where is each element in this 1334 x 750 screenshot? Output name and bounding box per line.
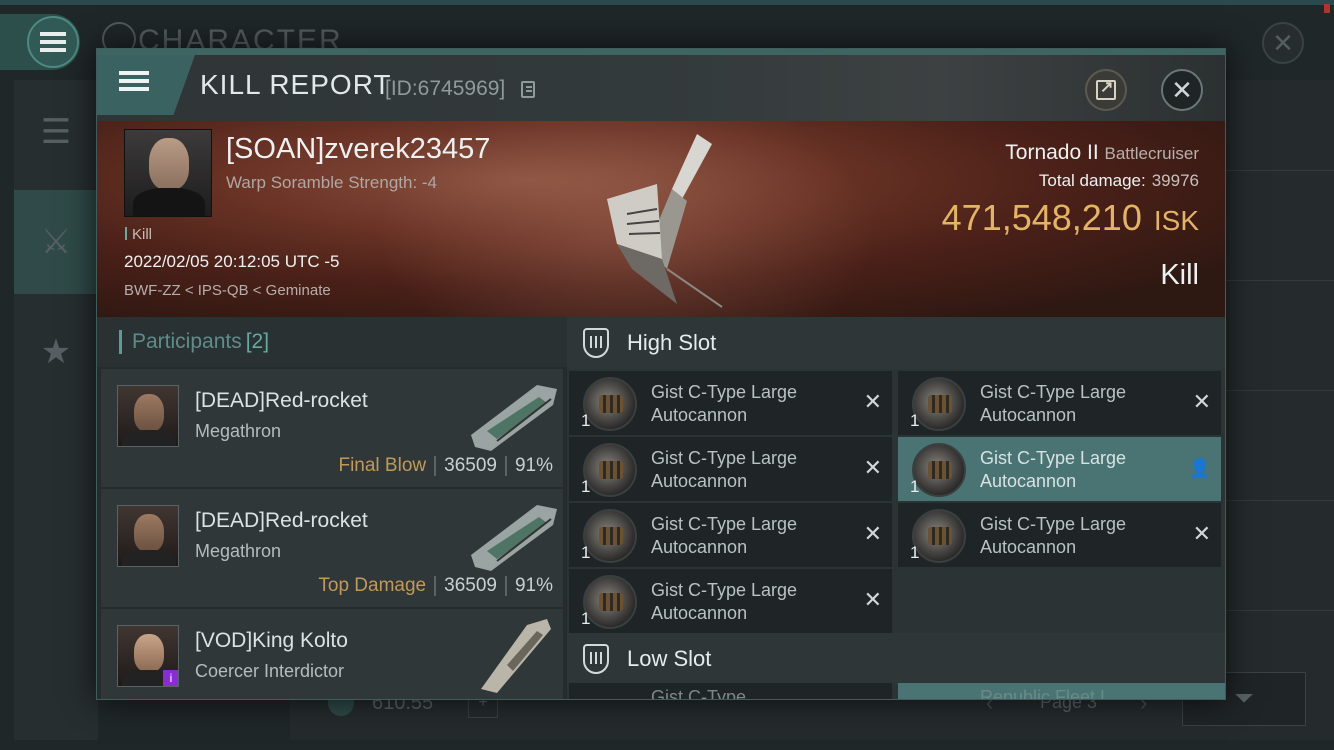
module-item[interactable]: 1 Gist C-Type Large Autocannon ✕ (569, 503, 892, 567)
sidebar-swords-icon[interactable]: ⚔ (14, 190, 98, 294)
autocannon-icon (583, 443, 637, 497)
module-name: Gist C-Type Large Autocannon (651, 580, 798, 623)
module-item[interactable]: Republic Fleet L (898, 683, 1225, 700)
fitting-panel: High Slot 1 Gist C-Type Large Autocannon… (567, 317, 1225, 700)
info-badge: i (163, 670, 178, 686)
kill-report-id: [ID:6745969] (385, 77, 506, 100)
menu-icon (40, 32, 66, 52)
dropped-person-icon: 👤 (1188, 458, 1211, 478)
kill-report-title: KILL REPORT (200, 69, 392, 100)
participant-name: [VOD]King Kolto (195, 629, 348, 652)
participant-ship: Megathron (195, 421, 282, 441)
module-name: Gist C-Type Large Autocannon (651, 514, 798, 557)
module-name: Republic Fleet L (980, 687, 1111, 700)
destroyed-icon: ✕ (863, 455, 882, 480)
low-slot-icon (583, 644, 609, 674)
module-item[interactable]: 1 Gist C-Type Large Autocannon ✕ (898, 371, 1221, 435)
module-item[interactable]: Gist C-Type (569, 683, 892, 700)
kill-report-window: KILL REPORT [ID:6745969] ✕ [SOAN]zverek2… (96, 48, 1226, 700)
participants-panel: Participants [2] [DEAD]Red-rocket Megathr… (97, 317, 567, 699)
high-slot-icon (583, 328, 609, 358)
module-item[interactable]: 1 Gist C-Type Large Autocannon ✕ (569, 371, 892, 435)
module-name: Gist C-Type Large Autocannon (651, 448, 798, 491)
destroyed-icon: ✕ (863, 521, 882, 546)
victim-portrait[interactable] (124, 129, 212, 217)
module-name: Gist C-Type Large Autocannon (980, 448, 1127, 491)
menu-icon (119, 71, 149, 91)
victim-banner: [SOAN]zverek23457 Warp Soramble Strength… (97, 121, 1225, 317)
destroyed-icon: ✕ (1192, 521, 1211, 546)
participant-ship: Coercer Interdictor (195, 661, 345, 681)
module-item[interactable]: 1 Gist C-Type Large Autocannon ✕ (898, 503, 1221, 567)
module-name: Gist C-Type Large Autocannon (651, 382, 798, 425)
module-name: Gist C-Type Large Autocannon (980, 514, 1127, 557)
autocannon-icon (583, 377, 637, 431)
participant-stats: Top Damage 36509 91% (318, 575, 553, 596)
sidebar-list-icon[interactable]: ☰ (14, 80, 98, 184)
victim-name[interactable]: [SOAN]zverek23457 (226, 133, 490, 166)
autocannon-icon (912, 443, 966, 497)
kill-result: Kill (1160, 259, 1199, 291)
kill-datetime: 2022/02/05 20:12:05 UTC -5 (124, 252, 340, 271)
kill-report-menu-button[interactable] (97, 55, 195, 115)
destroyed-icon: ✕ (863, 389, 882, 414)
participant-row[interactable]: [DEAD]Red-rocket Megathron Final Blow 365… (101, 369, 563, 487)
participant-row[interactable]: i [VOD]King Kolto Coercer Interdictor (101, 609, 563, 699)
participant-row[interactable]: [DEAD]Red-rocket Megathron Top Damage 365… (101, 489, 563, 607)
close-icon: ✕ (1171, 75, 1193, 105)
notification-mark (1324, 4, 1330, 13)
victim-ship[interactable]: Tornado II Battlecruiser (1005, 141, 1199, 165)
share-button[interactable] (1085, 69, 1127, 111)
module-item[interactable]: 1 Gist C-Type Large Autocannon ✕ (569, 569, 892, 633)
total-damage: Total damage: 39976 (1038, 171, 1199, 190)
participant-ship-image (471, 385, 557, 451)
close-button[interactable]: ✕ (1161, 69, 1203, 111)
kill-tag: Kill (125, 226, 152, 243)
kill-location[interactable]: BWF-ZZ < IPS-QB < Geminate (124, 282, 331, 299)
participant-ship: Megathron (195, 541, 282, 561)
module-item[interactable]: 1 Gist C-Type Large Autocannon ✕ (569, 437, 892, 501)
main-menu-button[interactable] (0, 14, 80, 70)
participant-portrait[interactable] (117, 505, 179, 567)
copy-icon[interactable] (521, 81, 535, 98)
high-slot-header: High Slot (567, 317, 1225, 369)
isk-value: 471,548,210 ISK (941, 197, 1199, 238)
warp-scramble-strength: Warp Soramble Strength: -4 (226, 173, 438, 192)
background-close-icon[interactable]: ✕ (1262, 22, 1304, 64)
module-name: Gist C-Type (651, 687, 747, 700)
participant-portrait[interactable]: i (117, 625, 179, 687)
module-name: Gist C-Type Large Autocannon (980, 382, 1127, 425)
participant-ship-image (481, 619, 551, 693)
kill-report-header: KILL REPORT [ID:6745969] ✕ (97, 55, 1225, 121)
module-item[interactable]: 1 Gist C-Type Large Autocannon 👤 (898, 437, 1221, 501)
autocannon-icon (912, 509, 966, 563)
background-sidebar: ☰ ⚔ ★ (14, 80, 98, 740)
participant-portrait[interactable] (117, 385, 179, 447)
background-right-panel (1225, 80, 1334, 740)
low-slot-header: Low Slot (567, 633, 1225, 685)
top-line (0, 0, 1334, 5)
participant-ship-image (471, 505, 557, 571)
sidebar-star-icon[interactable]: ★ (14, 300, 98, 404)
autocannon-icon (583, 509, 637, 563)
participants-header: Participants [2] (97, 317, 567, 367)
participant-name: [DEAD]Red-rocket (195, 389, 368, 412)
autocannon-icon (912, 377, 966, 431)
destroyed-icon: ✕ (863, 587, 882, 612)
destroyed-icon: ✕ (1192, 389, 1211, 414)
autocannon-icon (583, 575, 637, 629)
victim-ship-image[interactable] (587, 129, 737, 309)
participant-name: [DEAD]Red-rocket (195, 509, 368, 532)
share-icon (1096, 77, 1116, 100)
participant-stats: Final Blow 36509 91% (338, 455, 553, 476)
